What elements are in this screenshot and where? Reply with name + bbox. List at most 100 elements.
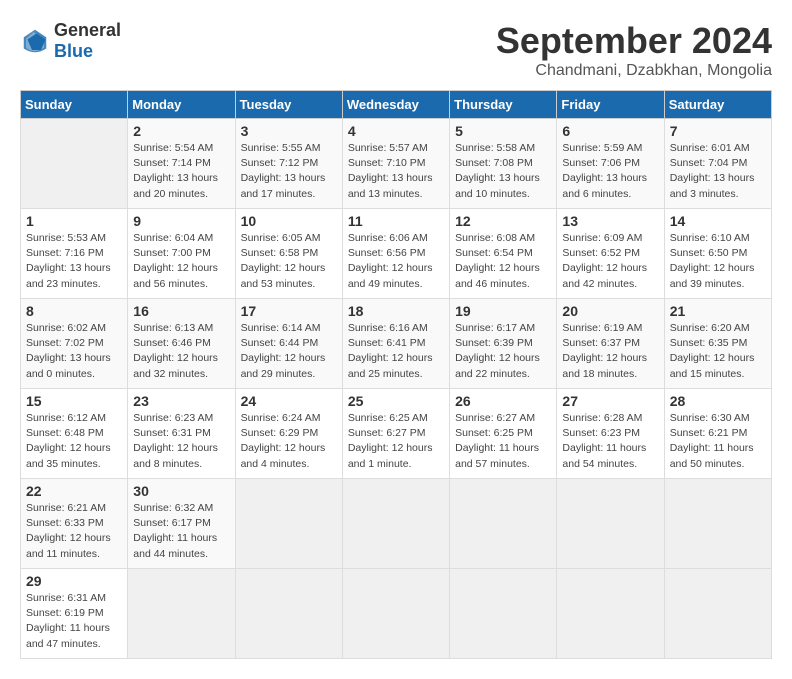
day-cell: 23 Sunrise: 6:23 AM Sunset: 6:31 PM Dayli… <box>128 389 235 479</box>
day-cell: 6Sunrise: 5:59 AM Sunset: 7:06 PM Daylig… <box>557 119 664 209</box>
calendar-header-row: SundayMondayTuesdayWednesdayThursdayFrid… <box>21 91 772 119</box>
week-row-1: 2 Sunrise: 5:54 AM Sunset: 7:14 PM Daylig… <box>21 119 772 209</box>
day-detail: Sunrise: 6:28 AM Sunset: 6:23 PM Dayligh… <box>562 411 658 472</box>
day-cell: 27 Sunrise: 6:28 AM Sunset: 6:23 PM Dayli… <box>557 389 664 479</box>
day-detail: Sunrise: 5:53 AM Sunset: 7:16 PM Dayligh… <box>26 231 122 292</box>
day-number: 4 <box>348 123 444 139</box>
day-detail: Sunrise: 6:30 AM Sunset: 6:21 PM Dayligh… <box>670 411 766 472</box>
day-number: 22 <box>26 483 122 499</box>
day-cell: 21 Sunrise: 6:20 AM Sunset: 6:35 PM Dayli… <box>664 299 771 389</box>
day-cell: 17Sunrise: 6:14 AM Sunset: 6:44 PM Dayli… <box>235 299 342 389</box>
day-number: 15 <box>26 393 122 409</box>
logo-general: General <box>54 20 121 40</box>
day-detail: Sunrise: 5:57 AM Sunset: 7:10 PM Dayligh… <box>348 141 444 202</box>
day-cell: 25 Sunrise: 6:25 AM Sunset: 6:27 PM Dayli… <box>342 389 449 479</box>
day-cell: 9Sunrise: 6:04 AM Sunset: 7:00 PM Daylig… <box>128 209 235 299</box>
day-cell: 19 Sunrise: 6:17 AM Sunset: 6:39 PM Dayli… <box>450 299 557 389</box>
day-detail: Sunrise: 6:05 AM Sunset: 6:58 PM Dayligh… <box>241 231 337 292</box>
title-block: September 2024 Chandmani, Dzabkhan, Mong… <box>496 20 772 80</box>
day-cell <box>450 569 557 659</box>
day-detail: Sunrise: 5:55 AM Sunset: 7:12 PM Dayligh… <box>241 141 337 202</box>
day-cell: 10 Sunrise: 6:05 AM Sunset: 6:58 PM Dayli… <box>235 209 342 299</box>
column-header-monday: Monday <box>128 91 235 119</box>
day-number: 11 <box>348 213 444 229</box>
calendar-table: SundayMondayTuesdayWednesdayThursdayFrid… <box>20 90 772 659</box>
day-cell: 13 Sunrise: 6:09 AM Sunset: 6:52 PM Dayli… <box>557 209 664 299</box>
day-number: 19 <box>455 303 551 319</box>
day-number: 1 <box>26 213 122 229</box>
day-cell <box>664 479 771 569</box>
day-cell: 22 Sunrise: 6:21 AM Sunset: 6:33 PM Dayli… <box>21 479 128 569</box>
day-number: 29 <box>26 573 122 589</box>
day-cell <box>235 569 342 659</box>
day-number: 8 <box>26 303 122 319</box>
day-number: 26 <box>455 393 551 409</box>
day-number: 10 <box>241 213 337 229</box>
day-cell: 20Sunrise: 6:19 AM Sunset: 6:37 PM Dayli… <box>557 299 664 389</box>
day-cell <box>342 569 449 659</box>
week-row-2: 1 Sunrise: 5:53 AM Sunset: 7:16 PM Daylig… <box>21 209 772 299</box>
day-detail: Sunrise: 6:10 AM Sunset: 6:50 PM Dayligh… <box>670 231 766 292</box>
column-header-friday: Friday <box>557 91 664 119</box>
day-detail: Sunrise: 6:02 AM Sunset: 7:02 PM Dayligh… <box>26 321 122 382</box>
day-detail: Sunrise: 6:23 AM Sunset: 6:31 PM Dayligh… <box>133 411 229 472</box>
day-detail: Sunrise: 6:04 AM Sunset: 7:00 PM Dayligh… <box>133 231 229 292</box>
day-cell: 30 Sunrise: 6:32 AM Sunset: 6:17 PM Dayli… <box>128 479 235 569</box>
day-detail: Sunrise: 6:31 AM Sunset: 6:19 PM Dayligh… <box>26 591 122 652</box>
day-detail: Sunrise: 6:27 AM Sunset: 6:25 PM Dayligh… <box>455 411 551 472</box>
day-number: 21 <box>670 303 766 319</box>
day-cell: 5Sunrise: 5:58 AM Sunset: 7:08 PM Daylig… <box>450 119 557 209</box>
day-number: 14 <box>670 213 766 229</box>
day-cell: 14 Sunrise: 6:10 AM Sunset: 6:50 PM Dayli… <box>664 209 771 299</box>
day-detail: Sunrise: 6:32 AM Sunset: 6:17 PM Dayligh… <box>133 501 229 562</box>
day-number: 24 <box>241 393 337 409</box>
day-detail: Sunrise: 5:54 AM Sunset: 7:14 PM Dayligh… <box>133 141 229 202</box>
day-detail: Sunrise: 6:01 AM Sunset: 7:04 PM Dayligh… <box>670 141 766 202</box>
column-header-saturday: Saturday <box>664 91 771 119</box>
day-number: 13 <box>562 213 658 229</box>
day-cell: 8 Sunrise: 6:02 AM Sunset: 7:02 PM Daylig… <box>21 299 128 389</box>
day-cell: 15Sunrise: 6:12 AM Sunset: 6:48 PM Dayli… <box>21 389 128 479</box>
day-detail: Sunrise: 6:25 AM Sunset: 6:27 PM Dayligh… <box>348 411 444 472</box>
logo-text: General Blue <box>54 20 121 62</box>
day-number: 12 <box>455 213 551 229</box>
day-number: 30 <box>133 483 229 499</box>
day-cell: 16 Sunrise: 6:13 AM Sunset: 6:46 PM Dayli… <box>128 299 235 389</box>
day-number: 7 <box>670 123 766 139</box>
day-cell: 26 Sunrise: 6:27 AM Sunset: 6:25 PM Dayli… <box>450 389 557 479</box>
day-cell: 24 Sunrise: 6:24 AM Sunset: 6:29 PM Dayli… <box>235 389 342 479</box>
day-cell <box>128 569 235 659</box>
day-cell <box>342 479 449 569</box>
logo-blue: Blue <box>54 41 93 61</box>
day-detail: Sunrise: 6:21 AM Sunset: 6:33 PM Dayligh… <box>26 501 122 562</box>
column-header-tuesday: Tuesday <box>235 91 342 119</box>
week-row-4: 15Sunrise: 6:12 AM Sunset: 6:48 PM Dayli… <box>21 389 772 479</box>
day-cell: 11 Sunrise: 6:06 AM Sunset: 6:56 PM Dayli… <box>342 209 449 299</box>
day-cell: 2 Sunrise: 5:54 AM Sunset: 7:14 PM Daylig… <box>128 119 235 209</box>
day-number: 20 <box>562 303 658 319</box>
day-number: 16 <box>133 303 229 319</box>
day-cell: 4 Sunrise: 5:57 AM Sunset: 7:10 PM Daylig… <box>342 119 449 209</box>
day-detail: Sunrise: 6:14 AM Sunset: 6:44 PM Dayligh… <box>241 321 337 382</box>
day-detail: Sunrise: 6:24 AM Sunset: 6:29 PM Dayligh… <box>241 411 337 472</box>
month-title: September 2024 <box>496 20 772 62</box>
day-number: 5 <box>455 123 551 139</box>
day-detail: Sunrise: 6:20 AM Sunset: 6:35 PM Dayligh… <box>670 321 766 382</box>
day-number: 3 <box>241 123 337 139</box>
day-cell <box>21 119 128 209</box>
logo: General Blue <box>20 20 121 62</box>
day-number: 23 <box>133 393 229 409</box>
day-cell: 29 Sunrise: 6:31 AM Sunset: 6:19 PM Dayli… <box>21 569 128 659</box>
day-number: 27 <box>562 393 658 409</box>
week-row-5: 22 Sunrise: 6:21 AM Sunset: 6:33 PM Dayli… <box>21 479 772 569</box>
day-number: 25 <box>348 393 444 409</box>
day-detail: Sunrise: 6:17 AM Sunset: 6:39 PM Dayligh… <box>455 321 551 382</box>
logo-icon <box>20 26 50 56</box>
day-detail: Sunrise: 6:13 AM Sunset: 6:46 PM Dayligh… <box>133 321 229 382</box>
day-detail: Sunrise: 6:08 AM Sunset: 6:54 PM Dayligh… <box>455 231 551 292</box>
day-detail: Sunrise: 6:06 AM Sunset: 6:56 PM Dayligh… <box>348 231 444 292</box>
day-number: 2 <box>133 123 229 139</box>
day-detail: Sunrise: 6:16 AM Sunset: 6:41 PM Dayligh… <box>348 321 444 382</box>
day-detail: Sunrise: 6:09 AM Sunset: 6:52 PM Dayligh… <box>562 231 658 292</box>
page-header: General Blue September 2024 Chandmani, D… <box>20 20 772 80</box>
